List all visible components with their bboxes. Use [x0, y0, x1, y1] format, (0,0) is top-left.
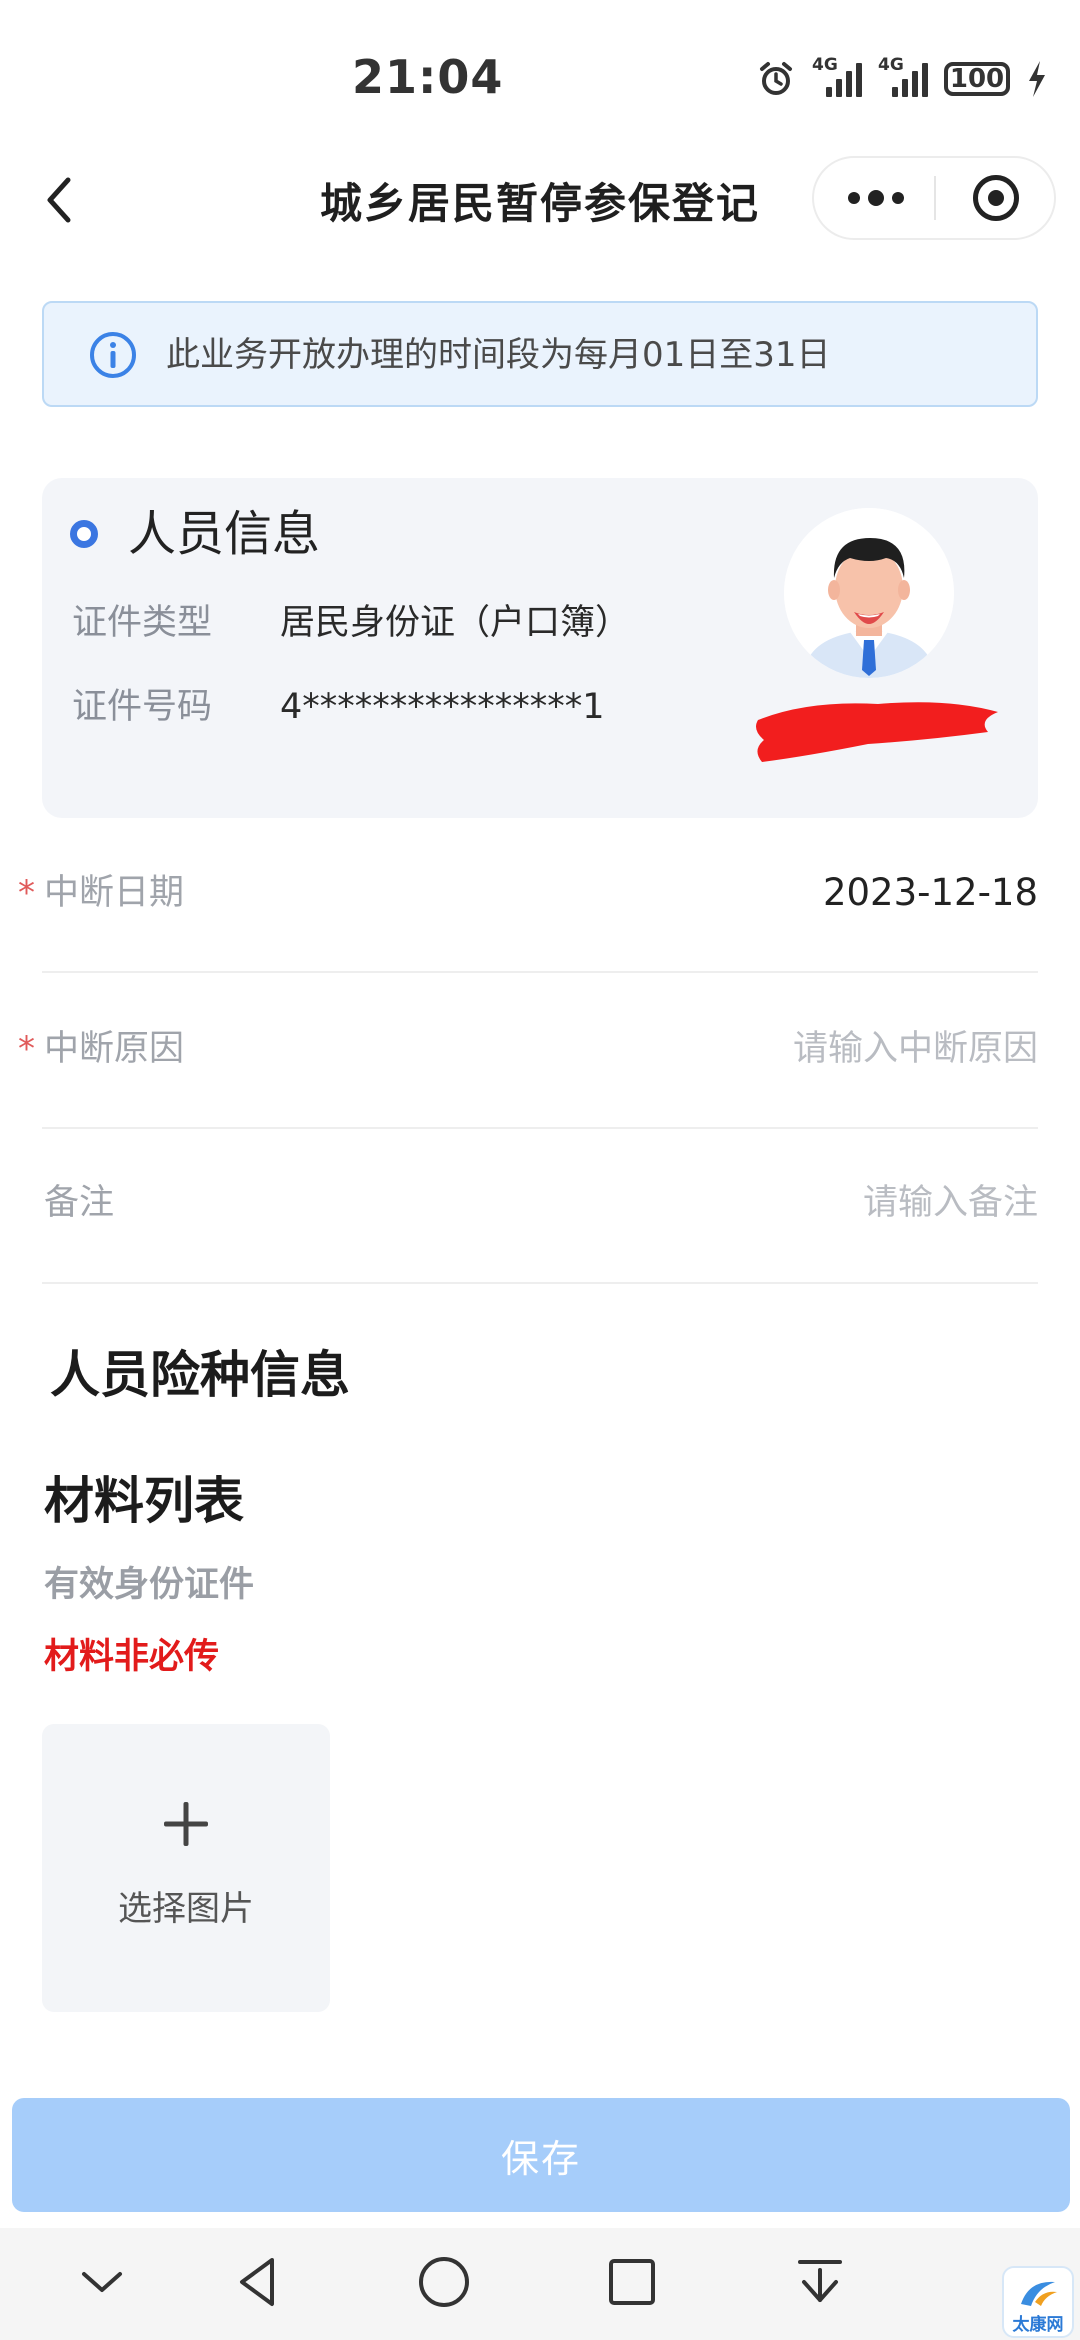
section-dot-icon [70, 520, 98, 548]
capsule-divider [934, 176, 936, 220]
required-mark: * [18, 873, 35, 913]
site-watermark-logo: 太康网 [1002, 2266, 1074, 2338]
chevron-down-icon[interactable] [72, 2252, 132, 2312]
close-miniprogram-icon[interactable] [973, 175, 1019, 221]
material-item-label: 有效身份证件 [44, 1565, 255, 1605]
insurance-info-title: 人员险种信息 [50, 1346, 350, 1404]
upload-image-label: 选择图片 [118, 1889, 254, 1929]
status-icons: 4G 4G 100 [756, 54, 1048, 104]
upload-image-button[interactable] [42, 1724, 330, 2012]
materials-title: 材料列表 [44, 1472, 244, 1530]
interrupt-date-label: 中断日期 [44, 873, 185, 913]
charging-bolt-icon [1029, 61, 1045, 97]
watermark-text: 太康网 [1012, 2315, 1064, 2335]
avatar [784, 508, 954, 678]
pull-down-icon[interactable] [790, 2252, 850, 2312]
remark-label: 备注 [44, 1183, 115, 1223]
more-options-icon[interactable] [848, 189, 904, 207]
battery-indicator: 100 [944, 62, 1010, 96]
notice-text: 此业务开放办理的时间段为每月01日至31日 [166, 335, 831, 375]
status-time: 21:04 [352, 50, 504, 104]
redaction-mark [756, 702, 998, 762]
recents-square-icon[interactable] [602, 2252, 662, 2312]
home-circle-icon[interactable] [414, 2252, 474, 2312]
signal-icon-1: 4G [812, 55, 862, 97]
signal-2-label: 4G [878, 55, 904, 75]
id-number-value: 4****************1 [280, 687, 605, 727]
interrupt-date-picker[interactable]: 2023-12-18 [823, 868, 1038, 918]
id-type-value: 居民身份证（户口簿） [280, 603, 631, 643]
row-divider [42, 971, 1038, 973]
id-number-label: 证件号码 [72, 687, 213, 727]
interrupt-reason-input[interactable]: 请输入中断原因 [793, 1024, 1038, 1074]
save-button[interactable]: 保存 [12, 2098, 1070, 2212]
info-icon [90, 332, 136, 378]
material-optional-note: 材料非必传 [44, 1637, 220, 1677]
id-type-label: 证件类型 [72, 603, 213, 643]
remark-input[interactable]: 请输入备注 [863, 1178, 1038, 1228]
plus-icon [164, 1802, 208, 1846]
alarm-icon [760, 62, 792, 95]
watermark-swoosh-icon [1021, 2281, 1057, 2306]
interrupt-reason-label: 中断原因 [44, 1029, 185, 1069]
person-info-title: 人员信息 [128, 506, 321, 562]
system-nav-bar [0, 2228, 1080, 2340]
row-divider [42, 1282, 1038, 1284]
signal-1-label: 4G [812, 55, 838, 75]
signal-icon-2: 4G [878, 55, 928, 97]
back-triangle-icon[interactable] [228, 2252, 288, 2312]
row-divider [42, 1127, 1038, 1129]
person-avatar-icon [784, 508, 954, 678]
required-mark: * [18, 1029, 35, 1069]
